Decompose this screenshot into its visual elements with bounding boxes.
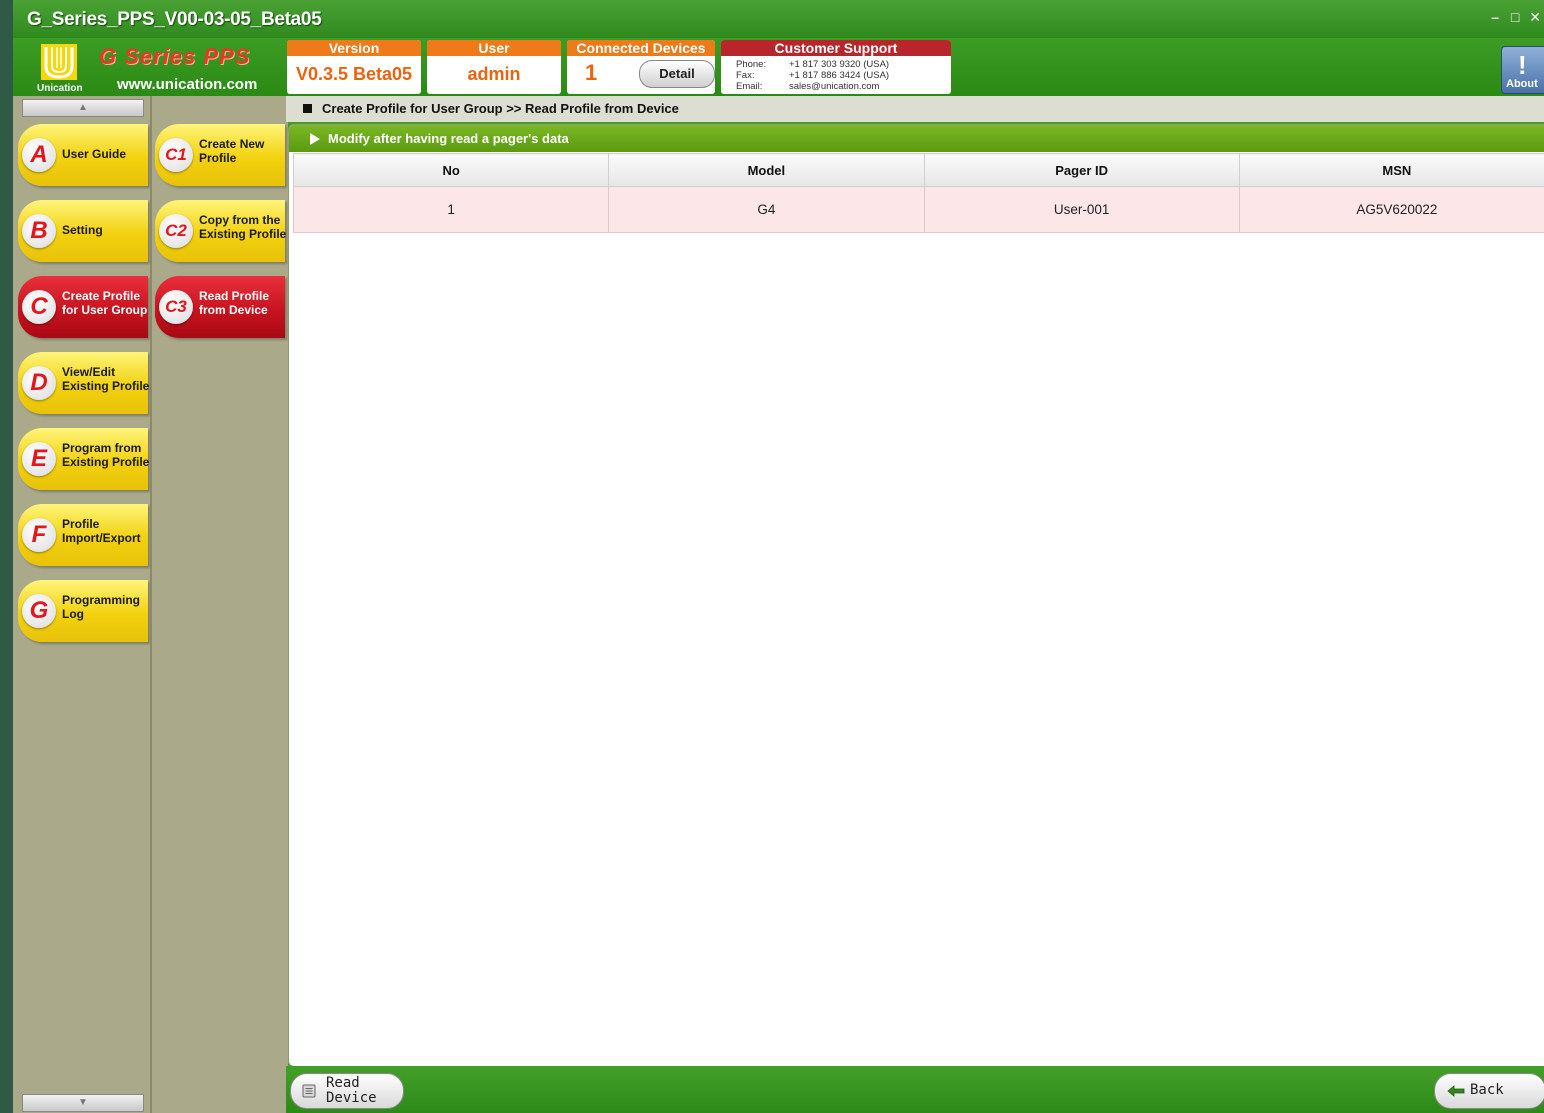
user-caption: User — [427, 40, 561, 56]
menu-item-programming-log[interactable]: G Programming Log — [18, 580, 148, 642]
read-device-label: Read Device — [326, 1075, 377, 1106]
connected-devices-count: 1 — [585, 60, 598, 85]
phone-label: Phone: — [736, 59, 767, 70]
back-label: Back — [1470, 1082, 1504, 1098]
submenu-item-copy-existing-profile[interactable]: C2 Copy from the Existing Profile — [155, 200, 286, 262]
menu-letter-badge: A — [22, 138, 56, 172]
menu-item-create-profile[interactable]: C Create Profile for User Group — [18, 276, 148, 338]
submenu-letter-badge: C3 — [159, 290, 193, 324]
content-panel: Modify after having read a pager's data … — [288, 124, 1544, 1067]
main-menu: ▲ A User Guide B Setting C Create Profil… — [13, 96, 150, 1113]
menu-item-label: User Guide — [62, 147, 127, 161]
menu-item-user-guide[interactable]: A User Guide — [18, 124, 148, 186]
breadcrumb-bullet-icon — [303, 104, 312, 113]
pager-table: No Model Pager ID MSN 1 G4 User-001 AG5V… — [292, 153, 1544, 233]
user-value: admin — [467, 64, 521, 84]
fax-value: +1 817 886 3424 (USA) — [789, 70, 890, 81]
submenu-item-read-profile-from-device[interactable]: C3 Read Profile from Device — [155, 276, 285, 338]
email-value: sales@unication.com — [789, 81, 880, 92]
footer-bar: Read Device Back — [286, 1066, 1544, 1113]
column-header-pager-id[interactable]: Pager ID — [923, 153, 1240, 187]
user-box: User admin — [427, 40, 561, 94]
menu-letter-badge: F — [22, 518, 56, 552]
customer-support-caption: Customer Support — [721, 40, 951, 56]
unication-logo-icon — [41, 44, 77, 80]
menu-scroll-up-button[interactable]: ▲ — [22, 99, 144, 117]
menu-item-program-from-profile[interactable]: E Program from Existing Profile — [18, 428, 149, 490]
menu-item-label: Profile Import/Export — [62, 517, 141, 545]
menu-item-label: Create Profile for User Group — [62, 289, 148, 317]
menu-letter-badge: E — [22, 442, 56, 476]
sub-menu: C1 Create New Profile C2 Copy from the E… — [150, 96, 288, 1113]
cell-no: 1 — [292, 186, 610, 233]
cell-pager-id: User-001 — [923, 186, 1240, 233]
document-icon — [302, 1084, 316, 1098]
breadcrumb: Create Profile for User Group >> Read Pr… — [286, 96, 1544, 122]
title-bar: G_Series_PPS_V00-03-05_Beta05 – □ ✕ — [13, 0, 1544, 38]
website-link[interactable]: www.unication.com — [117, 76, 257, 93]
about-button[interactable]: ! About — [1501, 46, 1544, 94]
menu-item-view-edit-profile[interactable]: D View/Edit Existing Profile — [18, 352, 149, 414]
customer-support-box: Customer Support Phone: +1 817 303 9320 … — [721, 40, 951, 94]
maximize-icon[interactable]: □ — [1508, 10, 1522, 24]
table-header-row: No Model Pager ID MSN — [292, 153, 1544, 187]
submenu-letter-badge: C1 — [159, 138, 193, 172]
menu-letter-badge: G — [22, 594, 56, 628]
breadcrumb-text: Create Profile for User Group >> Read Pr… — [322, 101, 679, 116]
logo-text: Unication — [37, 83, 83, 94]
minimize-icon[interactable]: – — [1488, 10, 1502, 24]
menu-item-label: Setting — [62, 223, 103, 237]
back-arrow-icon — [1447, 1085, 1465, 1097]
menu-letter-badge: B — [22, 214, 56, 248]
submenu-item-label: Copy from the Existing Profile — [199, 213, 287, 241]
submenu-item-label: Read Profile from Device — [199, 289, 270, 317]
cell-msn: AG5V620022 — [1238, 186, 1544, 233]
version-box: Version V0.3.5 Beta05 — [287, 40, 421, 94]
phone-value: +1 817 303 9320 (USA) — [789, 59, 890, 70]
app-window: G_Series_PPS_V00-03-05_Beta05 – □ ✕ Unic… — [13, 0, 1544, 1113]
detail-button[interactable]: Detail — [639, 60, 715, 88]
submenu-item-label: Create New Profile — [199, 137, 265, 165]
about-label: About — [1506, 78, 1538, 90]
connected-devices-caption: Connected Devices — [567, 40, 715, 56]
column-header-msn[interactable]: MSN — [1238, 153, 1544, 187]
window-title: G_Series_PPS_V00-03-05_Beta05 — [27, 9, 322, 30]
panel-title: Modify after having read a pager's data — [328, 131, 569, 146]
panel-header: Modify after having read a pager's data — [289, 125, 1544, 152]
fax-label: Fax: — [736, 70, 755, 81]
menu-letter-badge: C — [22, 290, 56, 324]
close-icon[interactable]: ✕ — [1528, 10, 1542, 24]
menu-item-label: Programming Log — [62, 593, 141, 621]
cell-model: G4 — [608, 186, 925, 233]
version-caption: Version — [287, 40, 421, 56]
back-button[interactable]: Back — [1434, 1073, 1544, 1109]
menu-item-setting[interactable]: B Setting — [18, 200, 148, 262]
menu-scroll-down-button[interactable]: ▼ — [22, 1094, 144, 1112]
submenu-letter-badge: C2 — [159, 214, 193, 248]
email-label: Email: — [736, 81, 763, 92]
column-header-no[interactable]: No — [292, 153, 610, 187]
table-row[interactable]: 1 G4 User-001 AG5V620022 — [292, 186, 1544, 233]
menu-item-label: Program from Existing Profile — [62, 441, 150, 469]
menu-letter-badge: D — [22, 366, 56, 400]
menu-item-profile-import-export[interactable]: F Profile Import/Export — [18, 504, 148, 566]
column-header-model[interactable]: Model — [608, 153, 925, 187]
submenu-item-create-new-profile[interactable]: C1 Create New Profile — [155, 124, 285, 186]
read-device-button[interactable]: Read Device — [290, 1073, 404, 1109]
app-header: Unication G Series PPS www.unication.com… — [13, 38, 1544, 96]
connected-devices-box: Connected Devices 1 Detail — [567, 40, 715, 94]
play-triangle-icon — [310, 133, 320, 145]
exclamation-icon: ! — [1518, 50, 1527, 80]
version-value: V0.3.5 Beta05 — [295, 64, 413, 84]
brand-name: G Series PPS — [99, 44, 251, 69]
menu-item-label: View/Edit Existing Profile — [62, 365, 150, 393]
